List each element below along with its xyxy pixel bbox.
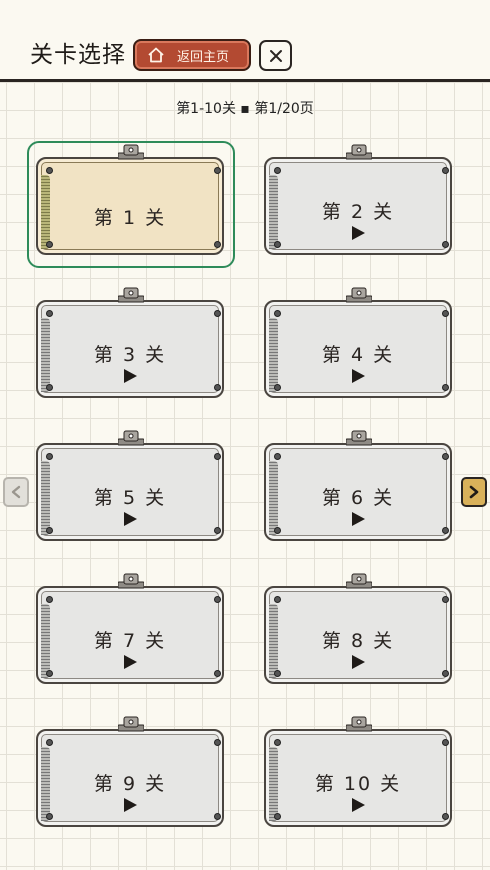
screw-icon [442, 453, 449, 460]
level-label: 第 8 关 [321, 630, 395, 652]
home-button-label: 返回主页 [177, 49, 230, 65]
screw-icon [214, 384, 221, 391]
header-bar: 关卡选择 返回主页 [0, 0, 490, 82]
level-card-8[interactable]: 第 8 关 [258, 572, 458, 690]
level-label: 第 3 关 [93, 344, 167, 366]
clip-icon [118, 716, 144, 732]
screw-icon [214, 670, 221, 677]
level-label: 第 5 关 [93, 487, 167, 509]
screw-icon [274, 596, 281, 603]
screw-icon [46, 670, 53, 677]
screw-icon [46, 527, 53, 534]
screw-icon [274, 670, 281, 677]
screw-icon [214, 527, 221, 534]
screw-icon [442, 670, 449, 677]
clip-icon [346, 716, 372, 732]
clip-icon [118, 430, 144, 446]
chevron-left-icon [11, 485, 21, 499]
clip-icon [346, 430, 372, 446]
level-label: 第 2 关 [321, 201, 395, 223]
screw-icon [46, 310, 53, 317]
page-title: 关卡选择 [30, 42, 126, 68]
clip-icon [346, 287, 372, 303]
close-icon [269, 49, 282, 62]
screw-icon [214, 241, 221, 248]
screw-icon [214, 813, 221, 820]
clip-icon [118, 287, 144, 303]
play-icon [352, 798, 365, 812]
screw-icon [214, 167, 221, 174]
level-card-7[interactable]: 第 7 关 [30, 572, 230, 690]
screw-icon [46, 167, 53, 174]
next-page-button[interactable] [461, 477, 487, 507]
level-label: 第 9 关 [93, 773, 167, 795]
screw-icon [46, 453, 53, 460]
play-icon [124, 512, 137, 526]
play-icon [124, 798, 137, 812]
level-label: 第 6 关 [321, 487, 395, 509]
clip-icon [118, 144, 144, 160]
screw-icon [274, 739, 281, 746]
screw-icon [46, 596, 53, 603]
level-card-2[interactable]: 第 2 关 [258, 143, 458, 261]
header-divider [0, 79, 490, 82]
home-icon [148, 47, 164, 63]
screw-icon [442, 167, 449, 174]
screw-icon [442, 739, 449, 746]
home-button[interactable]: 返回主页 [133, 39, 251, 71]
play-icon [124, 369, 137, 383]
play-icon [124, 655, 137, 669]
page-indicator: 第1-10关 ▪ 第1/20页 [176, 101, 314, 117]
level-card-9[interactable]: 第 9 关 [30, 715, 230, 833]
play-icon [352, 655, 365, 669]
screw-icon [442, 310, 449, 317]
screw-icon [46, 384, 53, 391]
screw-icon [442, 384, 449, 391]
clip-icon [346, 144, 372, 160]
screw-icon [214, 739, 221, 746]
chevron-right-icon [469, 485, 479, 499]
clip-icon [346, 573, 372, 589]
screw-icon [214, 596, 221, 603]
screw-icon [274, 813, 281, 820]
level-card-6[interactable]: 第 6 关 [258, 429, 458, 547]
play-icon [352, 369, 365, 383]
play-icon [352, 226, 365, 240]
screw-icon [274, 241, 281, 248]
level-label: 第 10 关 [314, 773, 402, 795]
prev-page-button[interactable] [3, 477, 29, 507]
screw-icon [46, 739, 53, 746]
screw-icon [214, 310, 221, 317]
level-card-10[interactable]: 第 10 关 [258, 715, 458, 833]
level-card-1[interactable]: 第 1 关 [30, 143, 230, 261]
screw-icon [274, 527, 281, 534]
screw-icon [442, 241, 449, 248]
play-icon [352, 512, 365, 526]
screw-icon [274, 453, 281, 460]
clip-icon [118, 573, 144, 589]
screw-icon [442, 813, 449, 820]
screw-icon [46, 813, 53, 820]
level-label: 第 1 关 [93, 207, 167, 229]
level-label: 第 4 关 [321, 344, 395, 366]
close-button[interactable] [259, 40, 292, 71]
level-card-5[interactable]: 第 5 关 [30, 429, 230, 547]
screw-icon [46, 241, 53, 248]
screw-icon [442, 596, 449, 603]
screw-icon [274, 167, 281, 174]
level-card-4[interactable]: 第 4 关 [258, 286, 458, 404]
level-label: 第 7 关 [93, 630, 167, 652]
screw-icon [274, 384, 281, 391]
level-card-3[interactable]: 第 3 关 [30, 286, 230, 404]
screw-icon [214, 453, 221, 460]
screw-icon [274, 310, 281, 317]
screw-icon [442, 527, 449, 534]
